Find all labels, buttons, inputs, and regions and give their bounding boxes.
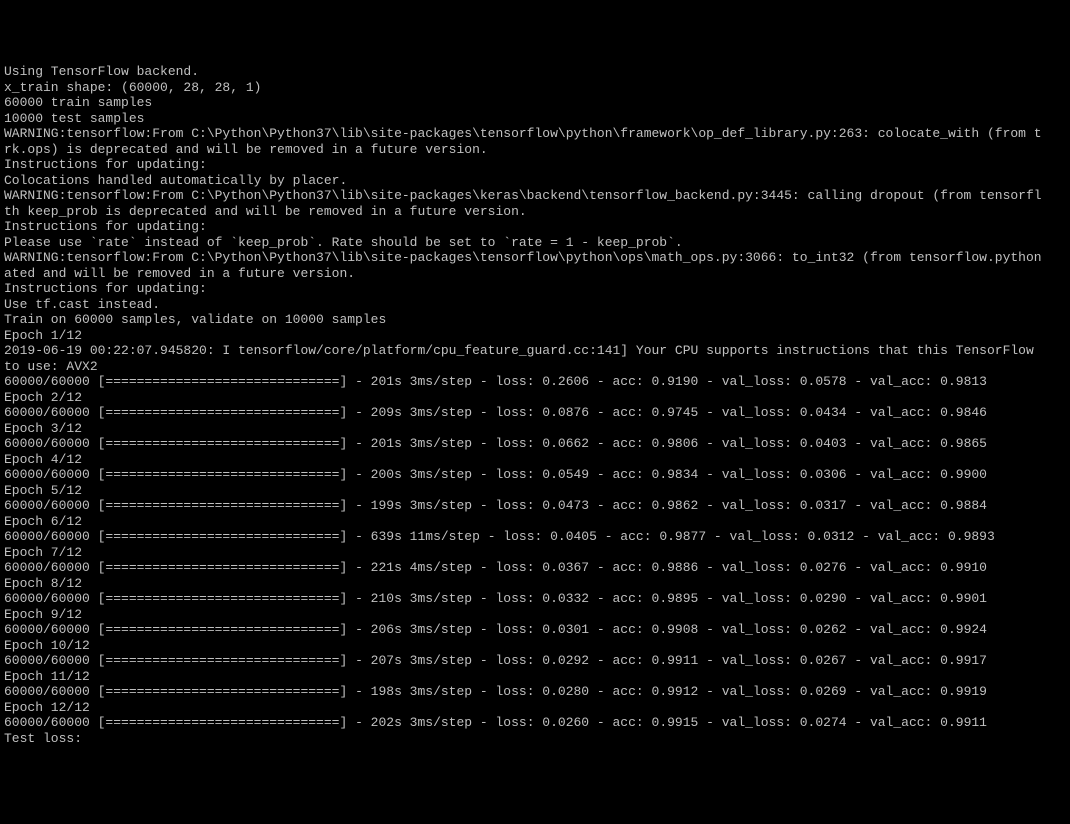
epoch-stats: - 210s 3ms/step - loss: 0.0332 - acc: 0.… <box>347 591 987 606</box>
warning-2-line2: th keep_prob is deprecated and will be r… <box>4 204 527 219</box>
progress-bar: 60000/60000 [===========================… <box>4 715 347 730</box>
epoch-label: Epoch 10/12 <box>4 638 90 653</box>
warning-3-instr: Instructions for updating: <box>4 281 207 296</box>
progress-bar: 60000/60000 [===========================… <box>4 560 347 575</box>
terminal-output: Using TensorFlow backend. x_train shape:… <box>4 64 1066 746</box>
warning-2-instr: Instructions for updating: <box>4 219 207 234</box>
cpu-info-line: 2019-06-19 00:22:07.945820: I tensorflow… <box>4 343 1034 358</box>
epoch-label: Epoch 3/12 <box>4 421 82 436</box>
epoch-label: Epoch 9/12 <box>4 607 82 622</box>
epoch-stats: - 200s 3ms/step - loss: 0.0549 - acc: 0.… <box>347 467 987 482</box>
epoch-label: Epoch 2/12 <box>4 390 82 405</box>
warning-2-line1: WARNING:tensorflow:From C:\Python\Python… <box>4 188 1042 203</box>
progress-bar: 60000/60000 [===========================… <box>4 591 347 606</box>
progress-bar: 60000/60000 [===========================… <box>4 684 347 699</box>
cpu-info-line2: to use: AVX2 <box>4 359 98 374</box>
epoch-stats: - 202s 3ms/step - loss: 0.0260 - acc: 0.… <box>347 715 987 730</box>
epoch-stats: - 221s 4ms/step - loss: 0.0367 - acc: 0.… <box>347 560 987 575</box>
warning-2-fix: Please use `rate` instead of `keep_prob`… <box>4 235 683 250</box>
warning-1-line2: rk.ops) is deprecated and will be remove… <box>4 142 488 157</box>
warning-3-line1: WARNING:tensorflow:From C:\Python\Python… <box>4 250 1042 265</box>
warning-1-fix: Colocations handled automatically by pla… <box>4 173 347 188</box>
epoch-label: Epoch 5/12 <box>4 483 82 498</box>
progress-bar: 60000/60000 [===========================… <box>4 653 347 668</box>
warning-1-line1: WARNING:tensorflow:From C:\Python\Python… <box>4 126 1042 141</box>
warning-1-instr: Instructions for updating: <box>4 157 207 172</box>
epoch-label: Epoch 11/12 <box>4 669 90 684</box>
epoch-stats: - 639s 11ms/step - loss: 0.0405 - acc: 0… <box>347 529 995 544</box>
progress-bar: 60000/60000 [===========================… <box>4 405 347 420</box>
progress-bar: 60000/60000 [===========================… <box>4 529 347 544</box>
progress-bar: 60000/60000 [===========================… <box>4 622 347 637</box>
epoch-stats: - 201s 3ms/step - loss: 0.2606 - acc: 0.… <box>347 374 987 389</box>
progress-bar: 60000/60000 [===========================… <box>4 498 347 513</box>
progress-bar: 60000/60000 [===========================… <box>4 467 347 482</box>
test-samples-line: 10000 test samples <box>4 111 144 126</box>
epoch-stats: - 209s 3ms/step - loss: 0.0876 - acc: 0.… <box>347 405 987 420</box>
epoch-stats: - 207s 3ms/step - loss: 0.0292 - acc: 0.… <box>347 653 987 668</box>
epoch-label: Epoch 1/12 <box>4 328 82 343</box>
epoch-label: Epoch 8/12 <box>4 576 82 591</box>
progress-bar: 60000/60000 [===========================… <box>4 374 347 389</box>
epoch-label: Epoch 12/12 <box>4 700 90 715</box>
xtrain-shape-line: x_train shape: (60000, 28, 28, 1) <box>4 80 261 95</box>
epoch-stats: - 206s 3ms/step - loss: 0.0301 - acc: 0.… <box>347 622 987 637</box>
epoch-label: Epoch 7/12 <box>4 545 82 560</box>
epoch-stats: - 199s 3ms/step - loss: 0.0473 - acc: 0.… <box>347 498 987 513</box>
epoch-label: Epoch 4/12 <box>4 452 82 467</box>
epoch-stats: - 198s 3ms/step - loss: 0.0280 - acc: 0.… <box>347 684 987 699</box>
warning-3-fix: Use tf.cast instead. <box>4 297 160 312</box>
train-on-line: Train on 60000 samples, validate on 1000… <box>4 312 386 327</box>
test-loss-line: Test loss: <box>4 731 82 746</box>
warning-3-line2: ated and will be removed in a future ver… <box>4 266 355 281</box>
train-samples-line: 60000 train samples <box>4 95 152 110</box>
backend-line: Using TensorFlow backend. <box>4 64 199 79</box>
epoch-stats: - 201s 3ms/step - loss: 0.0662 - acc: 0.… <box>347 436 987 451</box>
progress-bar: 60000/60000 [===========================… <box>4 436 347 451</box>
epoch-label: Epoch 6/12 <box>4 514 82 529</box>
